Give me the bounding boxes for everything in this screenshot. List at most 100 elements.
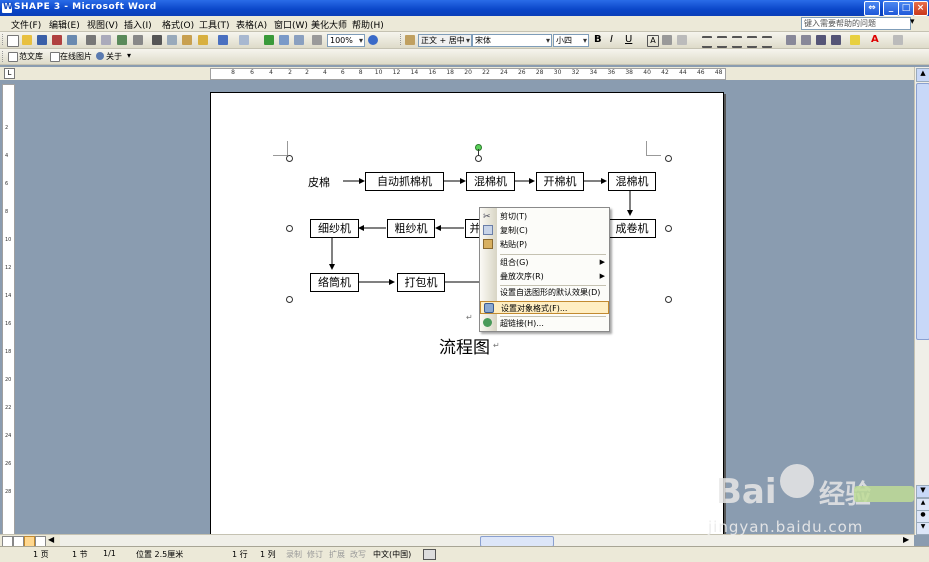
menu-help[interactable]: 帮助(H): [352, 18, 384, 31]
ctx-set-default-shape[interactable]: 设置自选图形的默认效果(D): [480, 286, 609, 299]
highlight-icon[interactable]: [850, 35, 860, 45]
menu-insert[interactable]: 插入(I): [124, 18, 152, 31]
flow-box-mixer-2[interactable]: 混棉机: [608, 172, 656, 191]
about-button[interactable]: 关于: [106, 51, 122, 62]
document-page[interactable]: 皮棉 自动抓棉机 混棉机 开棉机 混棉机 细纱机 粗纱机 并 成卷机 络筒机 打…: [210, 92, 724, 544]
toolbar-grip-2[interactable]: [2, 51, 5, 62]
email-icon[interactable]: [67, 35, 77, 45]
ctx-format-object[interactable]: 设置对象格式(F)...: [480, 301, 609, 314]
flow-box-lap-former[interactable]: 成卷机: [608, 219, 656, 238]
maximize-button[interactable]: □: [898, 1, 914, 16]
toolbar-options-icon[interactable]: [893, 35, 903, 45]
gallery-button[interactable]: 范文库: [19, 51, 43, 62]
ctx-cut[interactable]: ✂ 剪切(T): [480, 210, 609, 223]
restore-window-icon[interactable]: ⇔: [864, 1, 880, 16]
print-icon[interactable]: [86, 35, 96, 45]
vertical-ruler[interactable]: 2 4 6 8 10 12 14 16 18 20 22 24 26 28: [2, 84, 15, 536]
minimize-button[interactable]: _: [883, 1, 899, 16]
menu-view[interactable]: 视图(V): [87, 18, 118, 31]
menu-beautify[interactable]: 美化大师: [311, 18, 347, 31]
new-document-icon[interactable]: [7, 35, 19, 47]
undo-icon[interactable]: [218, 35, 228, 45]
char-scaling-icon[interactable]: [677, 35, 687, 45]
align-center-icon[interactable]: [717, 36, 727, 48]
menu-format[interactable]: 格式(O): [162, 18, 194, 31]
font-combo[interactable]: 宋体: [472, 34, 552, 47]
help-icon[interactable]: [368, 35, 378, 45]
decrease-indent-icon[interactable]: [816, 35, 826, 45]
insert-table-icon[interactable]: [294, 35, 304, 45]
status-ovr[interactable]: 改写: [350, 549, 366, 560]
ctx-order[interactable]: 叠放次序(R) ▶: [480, 270, 609, 283]
ctx-hyperlink[interactable]: 超链接(H)...: [480, 317, 609, 330]
toolbar-grip-format[interactable]: [400, 34, 403, 45]
tables-borders-icon[interactable]: [279, 35, 289, 45]
flow-start-label[interactable]: 皮棉: [308, 174, 330, 190]
char-border-icon[interactable]: A: [647, 35, 659, 47]
italic-button[interactable]: I: [610, 34, 620, 45]
permission-icon[interactable]: [52, 35, 62, 45]
paste-icon[interactable]: [182, 35, 192, 45]
flow-box-winder[interactable]: 络筒机: [310, 273, 359, 292]
hyperlink-icon[interactable]: [264, 35, 274, 45]
bullets-icon[interactable]: [801, 35, 811, 45]
menu-window[interactable]: 窗口(W): [274, 18, 308, 31]
toolbar2-options-icon[interactable]: ▾: [127, 51, 131, 60]
font-color-icon[interactable]: A: [871, 34, 881, 45]
scroll-left-icon[interactable]: ◀: [48, 535, 54, 544]
status-trk[interactable]: 修订: [307, 549, 323, 560]
scroll-thumb[interactable]: [916, 83, 929, 340]
menu-file[interactable]: 文件(F): [11, 18, 41, 31]
font-size-combo[interactable]: 小四: [553, 34, 589, 47]
drawing-icon[interactable]: [312, 35, 322, 45]
copy-icon[interactable]: [167, 35, 177, 45]
flow-box-opener[interactable]: 开棉机: [536, 172, 584, 191]
char-shading-icon[interactable]: [662, 35, 672, 45]
open-folder-icon[interactable]: [22, 35, 32, 45]
ctx-group[interactable]: 组合(G) ▶: [480, 256, 609, 269]
vertical-scrollbar[interactable]: ▲ ▼ ▲ ● ▼: [914, 67, 929, 535]
research-icon[interactable]: [133, 35, 143, 45]
print-preview-icon[interactable]: [101, 35, 111, 45]
redo-icon[interactable]: [239, 35, 249, 45]
close-button[interactable]: ×: [913, 1, 928, 16]
help-search-input[interactable]: 键入需要帮助的问题: [801, 17, 911, 30]
justify-icon[interactable]: [747, 36, 757, 48]
numbering-icon[interactable]: [786, 35, 796, 45]
word-app-icon[interactable]: [2, 2, 13, 13]
next-page-icon[interactable]: ▼: [916, 522, 929, 535]
scroll-down-icon[interactable]: ▼: [916, 485, 929, 498]
spelling-status-icon[interactable]: [423, 549, 436, 560]
status-rec[interactable]: 录制: [286, 549, 302, 560]
flowchart-caption[interactable]: 流程图: [439, 333, 490, 358]
ctx-copy[interactable]: 复制(C): [480, 224, 609, 237]
underline-button[interactable]: U: [625, 34, 635, 45]
increase-indent-icon[interactable]: [831, 35, 841, 45]
flow-box-roving-frame[interactable]: 粗纱机: [387, 219, 435, 238]
zoom-combo[interactable]: 100%: [327, 34, 365, 47]
help-dropdown-icon[interactable]: ▾: [910, 17, 915, 27]
styles-pane-icon[interactable]: [405, 35, 415, 45]
ctx-paste[interactable]: 粘贴(P): [480, 238, 609, 251]
status-ext[interactable]: 扩展: [329, 549, 345, 560]
save-icon[interactable]: [37, 35, 47, 45]
tab-selector-icon[interactable]: L: [4, 68, 15, 79]
menu-edit[interactable]: 编辑(E): [49, 18, 80, 31]
cut-icon[interactable]: [152, 35, 162, 45]
align-right-icon[interactable]: [732, 36, 742, 48]
distributed-icon[interactable]: [762, 36, 772, 48]
scroll-up-icon[interactable]: ▲: [916, 68, 929, 82]
style-combo[interactable]: 正文 + 居中: [418, 34, 472, 47]
flow-box-mixer-1[interactable]: 混棉机: [466, 172, 515, 191]
flow-box-auto-picker[interactable]: 自动抓棉机: [365, 172, 444, 191]
flow-box-spinning-frame[interactable]: 细纱机: [310, 219, 359, 238]
menu-tools[interactable]: 工具(T): [199, 18, 230, 31]
horizontal-ruler[interactable]: 8 6 4 2 2 4 6 8 10 12 14 16 18 20 22 24 26 28 30 32 34 36 38 40…: [210, 68, 726, 80]
toolbar-grip[interactable]: [2, 34, 5, 45]
menu-table[interactable]: 表格(A): [236, 18, 267, 31]
spelling-icon[interactable]: [117, 35, 127, 45]
format-painter-icon[interactable]: [198, 35, 208, 45]
bold-button[interactable]: B: [594, 34, 604, 45]
flow-box-baler[interactable]: 打包机: [397, 273, 445, 292]
align-left-icon[interactable]: [702, 36, 712, 48]
